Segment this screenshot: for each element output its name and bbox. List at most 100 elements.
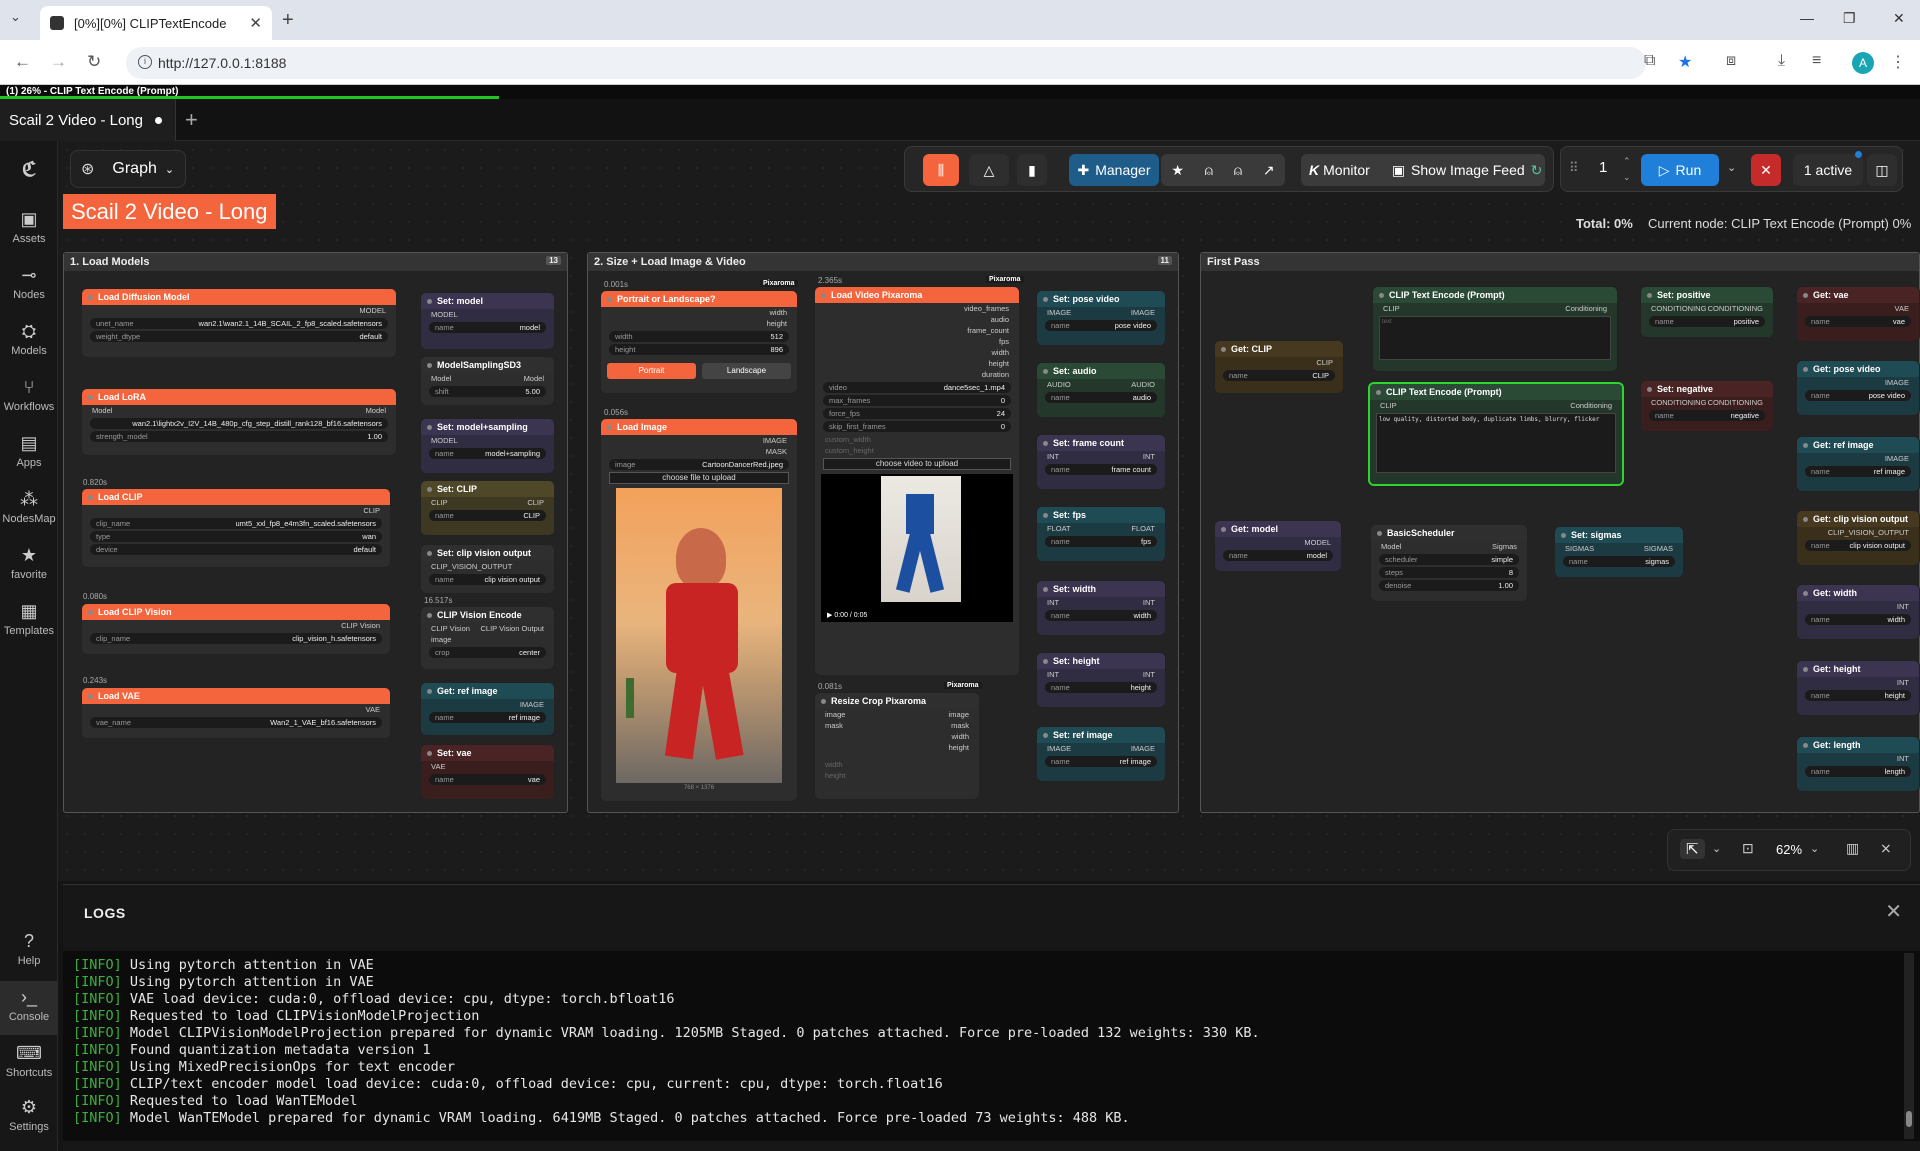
node-clip-text-encode-negative[interactable]: CLIP Text Encode (Prompt) CLIP Conditioni… <box>1368 382 1624 486</box>
node-output[interactable]: IMAGE <box>601 435 797 446</box>
height-input[interactable]: height <box>815 770 979 781</box>
node-ports[interactable]: CLIP Conditioning <box>1373 303 1617 314</box>
choose-video-button[interactable]: choose video to upload <box>823 458 1011 470</box>
name-widget[interactable]: name CLIP <box>429 510 546 521</box>
node-set-model-sampling[interactable]: Set: model+sampling MODEL name model+samp… <box>420 418 555 474</box>
node-output[interactable]: height <box>601 318 797 329</box>
node-input[interactable]: VAE <box>421 761 554 772</box>
name-widget[interactable]: name model+sampling <box>429 448 546 459</box>
hide-links-icon[interactable]: ⨯ <box>1880 840 1892 857</box>
node-ports[interactable]: mask mask <box>815 720 979 731</box>
zoom-level[interactable]: 62% <box>1776 842 1802 857</box>
node-set-sigmas[interactable]: Set: sigmas SIGMAS SIGMAS name sigmas <box>1554 526 1684 578</box>
node-set-model[interactable]: Set: model MODEL name model <box>420 292 555 350</box>
node-output[interactable]: height <box>815 358 1019 369</box>
node-input[interactable]: image <box>421 634 554 645</box>
custom-width-input[interactable]: custom_width <box>815 434 1019 445</box>
node-set-width[interactable]: Set: width INT INT name width <box>1036 580 1166 636</box>
node-get-clip[interactable]: Get: CLIP CLIP name CLIP <box>1214 340 1344 394</box>
node-get-pose-video[interactable]: Get: pose video IMAGE name pose video <box>1796 360 1920 416</box>
node-get-height[interactable]: Get: height INT name height <box>1796 660 1920 716</box>
node-get-ref-image[interactable]: Get: ref image IMAGE name ref image <box>420 682 555 736</box>
name-widget[interactable]: name CLIP <box>1223 370 1335 381</box>
name-widget[interactable]: name vae <box>429 774 546 785</box>
name-widget[interactable]: name positive <box>1649 316 1765 327</box>
device-widget[interactable]: device default <box>90 544 382 555</box>
node-basic-scheduler[interactable]: BasicScheduler Model Sigmas scheduler simp… <box>1370 524 1528 602</box>
vae-name-widget[interactable]: vae_name Wan2_1_VAE_bf16.safetensors <box>90 717 382 728</box>
node-input[interactable]: CLIP_VISION_OUTPUT <box>421 561 554 572</box>
node-output[interactable]: width <box>601 307 797 318</box>
node-set-fps[interactable]: Set: fps FLOAT FLOAT name fps <box>1036 506 1166 562</box>
node-ports[interactable]: CLIP Conditioning <box>1370 400 1622 411</box>
node-output[interactable]: INT <box>1797 601 1919 612</box>
node-output[interactable]: height <box>815 742 979 753</box>
name-widget[interactable]: name height <box>1805 690 1911 701</box>
width-input[interactable]: width <box>815 759 979 770</box>
name-widget[interactable]: name ref image <box>1805 466 1911 477</box>
negative-prompt-textarea[interactable]: low quality, distorted body, duplicate l… <box>1376 413 1616 473</box>
lora-name-widget[interactable]: wan2.1\lightx2v_I2V_14B_480p_cfg_step_di… <box>90 418 388 429</box>
node-ports[interactable]: INT INT <box>1037 669 1165 680</box>
node-get-length[interactable]: Get: length INT name length <box>1796 736 1920 792</box>
node-output[interactable]: duration <box>815 369 1019 380</box>
name-widget[interactable]: name ref image <box>429 712 546 723</box>
node-set-audio[interactable]: Set: audio AUDIO AUDIO name audio <box>1036 362 1166 418</box>
node-output[interactable]: audio <box>815 314 1019 325</box>
denoise-widget[interactable]: denoise 1.00 <box>1379 580 1519 591</box>
video-widget[interactable]: video dance5sec_1.mp4 <box>823 382 1011 393</box>
node-ports[interactable]: AUDIO AUDIO <box>1037 379 1165 390</box>
shift-widget[interactable]: shift 5.00 <box>429 386 546 397</box>
node-output[interactable]: INT <box>1797 753 1919 764</box>
sidebar-item-console[interactable]: ›_ Console <box>0 981 58 1035</box>
chevron-down-icon[interactable]: ⌄ <box>1810 842 1819 855</box>
node-ports[interactable]: CONDITIONING CONDITIONING <box>1641 303 1773 314</box>
node-output[interactable]: MODEL <box>1215 537 1341 548</box>
name-widget[interactable]: name model <box>1223 550 1333 561</box>
clip-name-widget[interactable]: clip_name umt5_xxl_fp8_e4m3fn_scaled.safe… <box>90 518 382 529</box>
node-ports[interactable]: Model Sigmas <box>1371 541 1527 552</box>
crop-widget[interactable]: crop center <box>429 647 546 658</box>
node-output[interactable]: CLIP <box>82 505 390 516</box>
clip-name-widget[interactable]: clip_name clip_vision_h.safetensors <box>90 633 382 644</box>
node-output[interactable]: fps <box>815 336 1019 347</box>
node-output[interactable]: INT <box>1797 677 1919 688</box>
node-get-vae[interactable]: Get: vae VAE name vae <box>1796 286 1920 342</box>
node-resize-crop-pixaroma[interactable]: Resize Crop Pixaroma image image mask mask… <box>814 692 980 800</box>
node-set-positive[interactable]: Set: positive CONDITIONING CONDITIONING n… <box>1640 286 1774 338</box>
node-input[interactable]: MODEL <box>421 435 554 446</box>
custom-height-input[interactable]: custom_height <box>815 445 1019 456</box>
node-output[interactable]: MODEL <box>82 305 396 316</box>
node-get-width[interactable]: Get: width INT name width <box>1796 584 1920 640</box>
sidebar-item-help[interactable]: ? Help <box>0 931 58 967</box>
width-widget[interactable]: width 512 <box>609 331 789 342</box>
node-clip-text-encode-positive[interactable]: CLIP Text Encode (Prompt) CLIP Conditioni… <box>1372 286 1618 372</box>
node-load-clip[interactable]: Load CLIP CLIP clip_name umt5_xxl_fp8_e4m… <box>81 488 391 568</box>
node-get-model[interactable]: Get: model MODEL name model <box>1214 520 1342 572</box>
node-load-video-pixaroma[interactable]: Load Video Pixaroma video_frames audio fra… <box>814 286 1020 676</box>
minimap-icon[interactable]: ▥ <box>1846 840 1859 857</box>
name-widget[interactable]: name clip vision output <box>1805 540 1911 551</box>
node-output[interactable]: IMAGE <box>421 699 554 710</box>
video-controls[interactable]: ▶ 0:00 / 0:05 <box>827 611 1007 619</box>
sidebar-item-shortcuts[interactable]: ⌨ Shortcuts <box>0 1043 58 1079</box>
node-output[interactable]: VAE <box>82 704 390 715</box>
name-widget[interactable]: name audio <box>1045 392 1157 403</box>
name-widget[interactable]: name fps <box>1045 536 1157 547</box>
weight-dtype-widget[interactable]: weight_dtype default <box>90 331 388 342</box>
node-ports[interactable]: image image <box>815 709 979 720</box>
unet-name-widget[interactable]: unet_name wan2.1\wan2.1_14B_SCAIL_2_fp8_s… <box>90 318 388 329</box>
type-widget[interactable]: type wan <box>90 531 382 542</box>
name-widget[interactable]: name clip vision output <box>429 574 546 585</box>
node-output[interactable]: video_frames <box>815 303 1019 314</box>
node-ports[interactable]: IMAGE IMAGE <box>1037 307 1165 318</box>
node-portrait-or-landscape[interactable]: Portrait or Landscape? width height widt… <box>600 290 798 394</box>
node-ports[interactable]: FLOAT FLOAT <box>1037 523 1165 534</box>
skip-first-frames-widget[interactable]: skip_first_frames 0 <box>823 421 1011 432</box>
node-output[interactable]: width <box>815 347 1019 358</box>
node-output[interactable]: CLIP_VISION_OUTPUT <box>1797 527 1919 538</box>
name-widget[interactable]: name pose video <box>1805 390 1911 401</box>
node-output[interactable]: CLIP <box>1215 357 1343 368</box>
node-output[interactable]: IMAGE <box>1797 377 1919 388</box>
select-tool-icon[interactable]: ⇱ <box>1680 839 1705 859</box>
